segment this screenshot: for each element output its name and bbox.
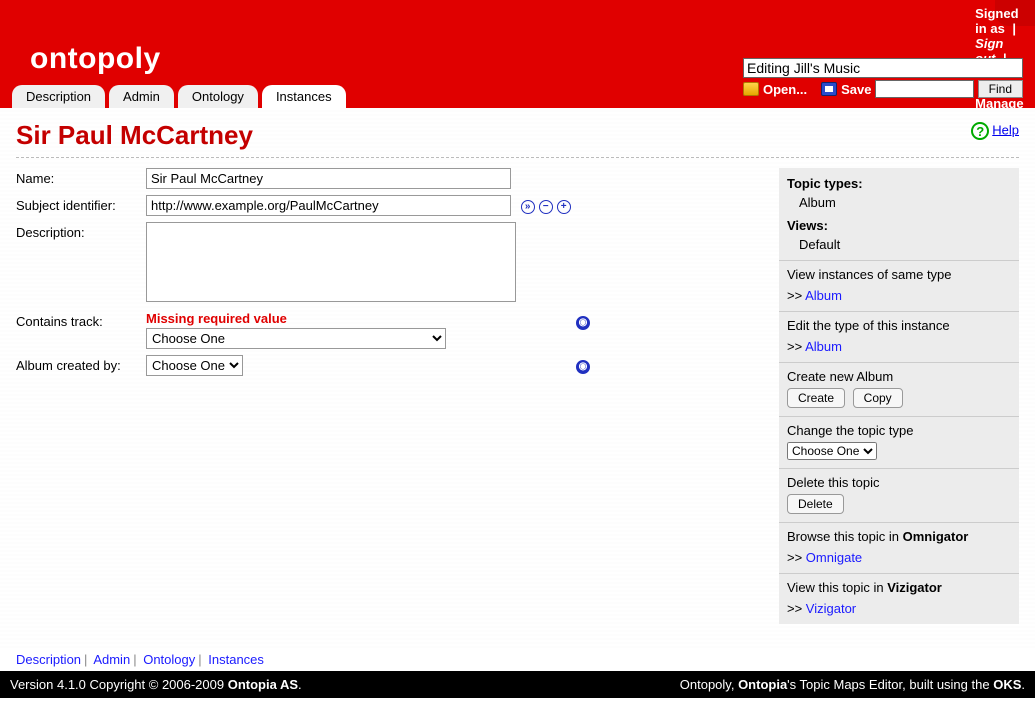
views-heading: Views: <box>787 216 1011 235</box>
name-label: Name: <box>16 168 146 186</box>
bottom-links: Description| Admin| Ontology| Instances <box>0 648 1035 671</box>
form: Name: Subject identifier: » − + Descri <box>16 168 763 624</box>
edit-type-label: Edit the type of this instance <box>787 318 1011 333</box>
bottom-admin-link[interactable]: Admin <box>93 652 130 667</box>
save-icon <box>821 82 837 96</box>
bottom-instances-link[interactable]: Instances <box>208 652 264 667</box>
name-input[interactable] <box>146 168 511 189</box>
views-value: Default <box>787 235 1011 252</box>
view-instances-label: View instances of same type <box>787 267 1011 282</box>
view-vizigator-label: View this topic in Vizigator <box>787 580 1011 595</box>
content: ?Help Sir Paul McCartney Name: Subject i… <box>0 108 1035 648</box>
topnav: Signed in as | Sign out | Home | Manage … <box>995 0 1035 26</box>
help-link[interactable]: ?Help <box>971 122 1019 140</box>
target-icon[interactable]: ◉ <box>576 360 590 374</box>
tab-instances[interactable]: Instances <box>262 85 346 108</box>
contains-track-label: Contains track: <box>16 311 146 329</box>
bottom-description-link[interactable]: Description <box>16 652 81 667</box>
edit-type-link[interactable]: Album <box>805 339 842 354</box>
create-button[interactable]: Create <box>787 388 845 408</box>
sidebar: Topic types: Album Views: Default View i… <box>779 168 1019 624</box>
find-input[interactable] <box>875 80 973 98</box>
bottom-ontology-link[interactable]: Ontology <box>143 652 195 667</box>
delete-topic-label: Delete this topic <box>787 475 1011 490</box>
find-button[interactable]: Find <box>978 80 1023 98</box>
create-new-label: Create new Album <box>787 369 1011 384</box>
topic-type-value: Album <box>787 193 1011 210</box>
footer: Version 4.1.0 Copyright © 2006-2009 Onto… <box>0 671 1035 698</box>
help-icon: ? <box>971 122 989 140</box>
page-title: Sir Paul McCartney <box>16 120 1019 151</box>
save-link[interactable]: Save <box>841 82 871 97</box>
divider <box>16 157 1019 158</box>
contains-track-select[interactable]: Choose One <box>146 328 446 349</box>
open-link[interactable]: Open... <box>763 82 807 97</box>
browse-omnigator-label: Browse this topic in Omnigator <box>787 529 1011 544</box>
goto-icon[interactable]: » <box>521 200 535 214</box>
vizigator-link[interactable]: Vizigator <box>806 601 856 616</box>
add-icon[interactable]: + <box>557 200 571 214</box>
created-by-label: Album created by: <box>16 355 146 373</box>
tabs: Description Admin Ontology Instances <box>12 85 346 108</box>
created-by-select[interactable]: Choose One <box>146 355 243 376</box>
view-instances-link[interactable]: Album <box>805 288 842 303</box>
change-type-label: Change the topic type <box>787 423 1011 438</box>
topic-types-heading: Topic types: <box>787 174 1011 193</box>
footer-right: Ontopoly, Ontopia's Topic Maps Editor, b… <box>680 677 1025 692</box>
delete-button[interactable]: Delete <box>787 494 844 514</box>
footer-left: Version 4.1.0 Copyright © 2006-2009 Onto… <box>10 677 302 692</box>
omnigate-link[interactable]: Omnigate <box>806 550 862 565</box>
tab-ontology[interactable]: Ontology <box>178 85 258 108</box>
subject-identifier-input[interactable] <box>146 195 511 216</box>
copy-button[interactable]: Copy <box>853 388 903 408</box>
tab-admin[interactable]: Admin <box>109 85 174 108</box>
subject-identifier-label: Subject identifier: <box>16 195 146 213</box>
track-error: Missing required value <box>146 311 576 326</box>
editing-title-input[interactable] <box>743 58 1023 78</box>
folder-open-icon <box>743 82 759 96</box>
description-label: Description: <box>16 222 146 240</box>
change-type-select[interactable]: Choose One <box>787 442 877 460</box>
tab-description[interactable]: Description <box>12 85 105 108</box>
topic-box: Open... Save Find <box>743 58 1023 98</box>
description-textarea[interactable] <box>146 222 516 302</box>
logo: ontopoly <box>30 42 161 76</box>
remove-icon[interactable]: − <box>539 200 553 214</box>
target-icon[interactable]: ◉ <box>576 316 590 330</box>
header: Signed in as | Sign out | Home | Manage … <box>0 0 1035 108</box>
